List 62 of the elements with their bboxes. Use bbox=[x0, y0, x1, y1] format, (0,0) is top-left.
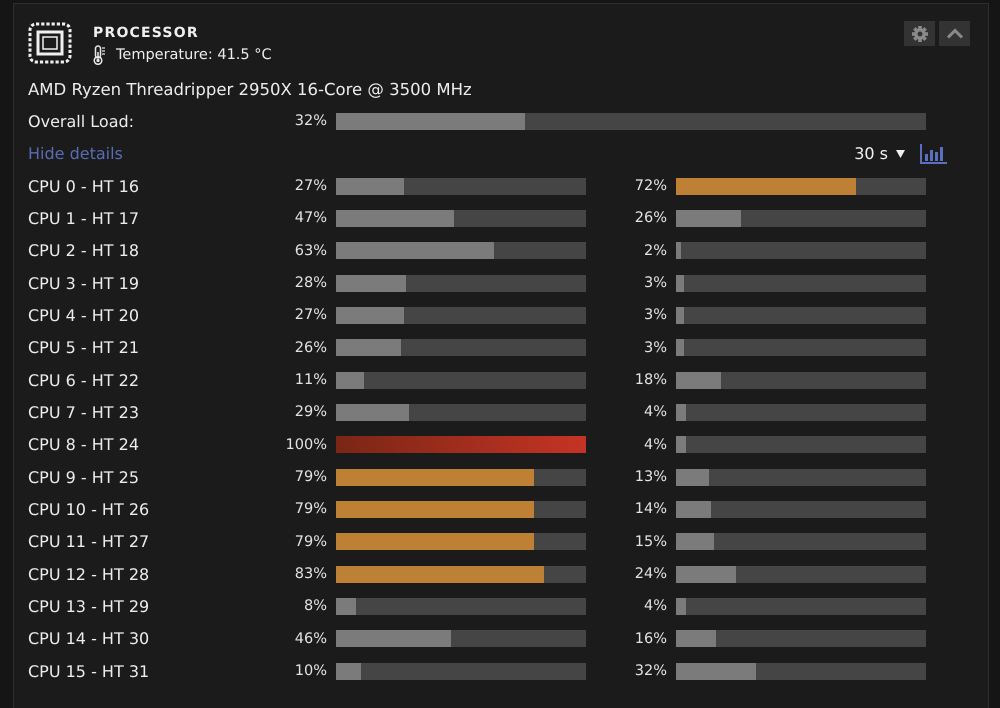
thread-load-reading: 4% bbox=[644, 436, 668, 453]
thread-load-reading: 83% bbox=[294, 566, 328, 582]
overall-load-label: Overall Load: bbox=[28, 112, 134, 131]
settings-button[interactable] bbox=[904, 21, 935, 46]
thread-load-reading: 79% bbox=[294, 501, 328, 518]
processor-model: AMD Ryzen Threadripper 2950X 16-Core @ 3500 MHz bbox=[28, 80, 472, 99]
thread-load-reading: 29% bbox=[294, 404, 328, 420]
thread-load-reading: 46% bbox=[294, 630, 328, 647]
bar-chart-icon[interactable] bbox=[920, 144, 947, 164]
thread-load-reading: 18% bbox=[634, 372, 668, 388]
thread-load-reading: 13% bbox=[634, 469, 668, 486]
core-label: CPU 4 - HT 20 bbox=[28, 306, 139, 325]
thread-load-reading: 26% bbox=[634, 210, 668, 226]
thread-load-reading: 14% bbox=[634, 501, 668, 518]
thread-load-reading: 27% bbox=[294, 178, 328, 194]
core-label: CPU 6 - HT 22 bbox=[28, 370, 139, 390]
core-label: CPU 10 - HT 26 bbox=[28, 500, 150, 519]
thread-load-reading: 28% bbox=[294, 275, 328, 292]
thread-load-reading: 16% bbox=[634, 630, 668, 647]
thread-load-reading: 15% bbox=[634, 534, 668, 550]
thread-load-reading: 10% bbox=[294, 663, 328, 680]
core-label: CPU 9 - HT 25 bbox=[28, 468, 139, 487]
core-label: CPU 8 - HT 24 bbox=[28, 435, 139, 454]
core-label: CPU 1 - HT 17 bbox=[28, 208, 139, 228]
panel-title: PROCESSOR bbox=[93, 24, 200, 43]
thermometer-icon bbox=[93, 45, 106, 65]
thread-load-reading: 72% bbox=[634, 178, 668, 194]
thread-load-reading: 24% bbox=[634, 566, 668, 582]
chevron-up-icon bbox=[946, 28, 964, 39]
collapse-button[interactable] bbox=[939, 21, 970, 46]
thread-load-reading: 100% bbox=[286, 436, 328, 453]
thread-load-reading: 26% bbox=[294, 340, 328, 356]
core-label: CPU 5 - HT 21 bbox=[28, 338, 139, 358]
thread-load-reading: 47% bbox=[294, 210, 328, 226]
core-label: CPU 13 - HT 29 bbox=[28, 596, 150, 616]
core-label: CPU 3 - HT 19 bbox=[28, 274, 139, 293]
interval-dropdown[interactable]: 30 s bbox=[854, 144, 905, 164]
core-label: CPU 2 - HT 18 bbox=[28, 241, 139, 260]
thread-load-reading: 8% bbox=[304, 598, 328, 614]
overall-load-reading: 32% bbox=[294, 113, 328, 130]
thread-load-reading: 3% bbox=[644, 307, 668, 324]
thread-load-reading: 4% bbox=[644, 404, 668, 420]
gear-icon bbox=[912, 26, 928, 42]
core-label: CPU 0 - HT 16 bbox=[28, 176, 139, 196]
core-label: CPU 12 - HT 28 bbox=[28, 564, 150, 584]
core-label: CPU 11 - HT 27 bbox=[28, 532, 150, 552]
thread-load-reading: 3% bbox=[644, 340, 668, 356]
thread-load-reading: 79% bbox=[294, 469, 328, 486]
caret-icon bbox=[896, 149, 905, 158]
thread-load-reading: 4% bbox=[644, 598, 668, 614]
core-label: CPU 7 - HT 23 bbox=[28, 402, 139, 422]
temperature-text: Temperature: 41.5 °C bbox=[116, 46, 272, 65]
chip-icon bbox=[28, 22, 72, 64]
thread-load-reading: 3% bbox=[644, 275, 668, 292]
thread-load-reading: 79% bbox=[294, 534, 328, 550]
thread-load-reading: 27% bbox=[294, 307, 328, 324]
thread-load-reading: 11% bbox=[294, 372, 328, 388]
thread-load-reading: 63% bbox=[294, 242, 328, 259]
thread-load-reading: 2% bbox=[644, 242, 668, 259]
core-label: CPU 15 - HT 31 bbox=[28, 662, 150, 681]
thread-load-reading: 32% bbox=[634, 663, 668, 680]
core-label: CPU 14 - HT 30 bbox=[28, 629, 150, 648]
